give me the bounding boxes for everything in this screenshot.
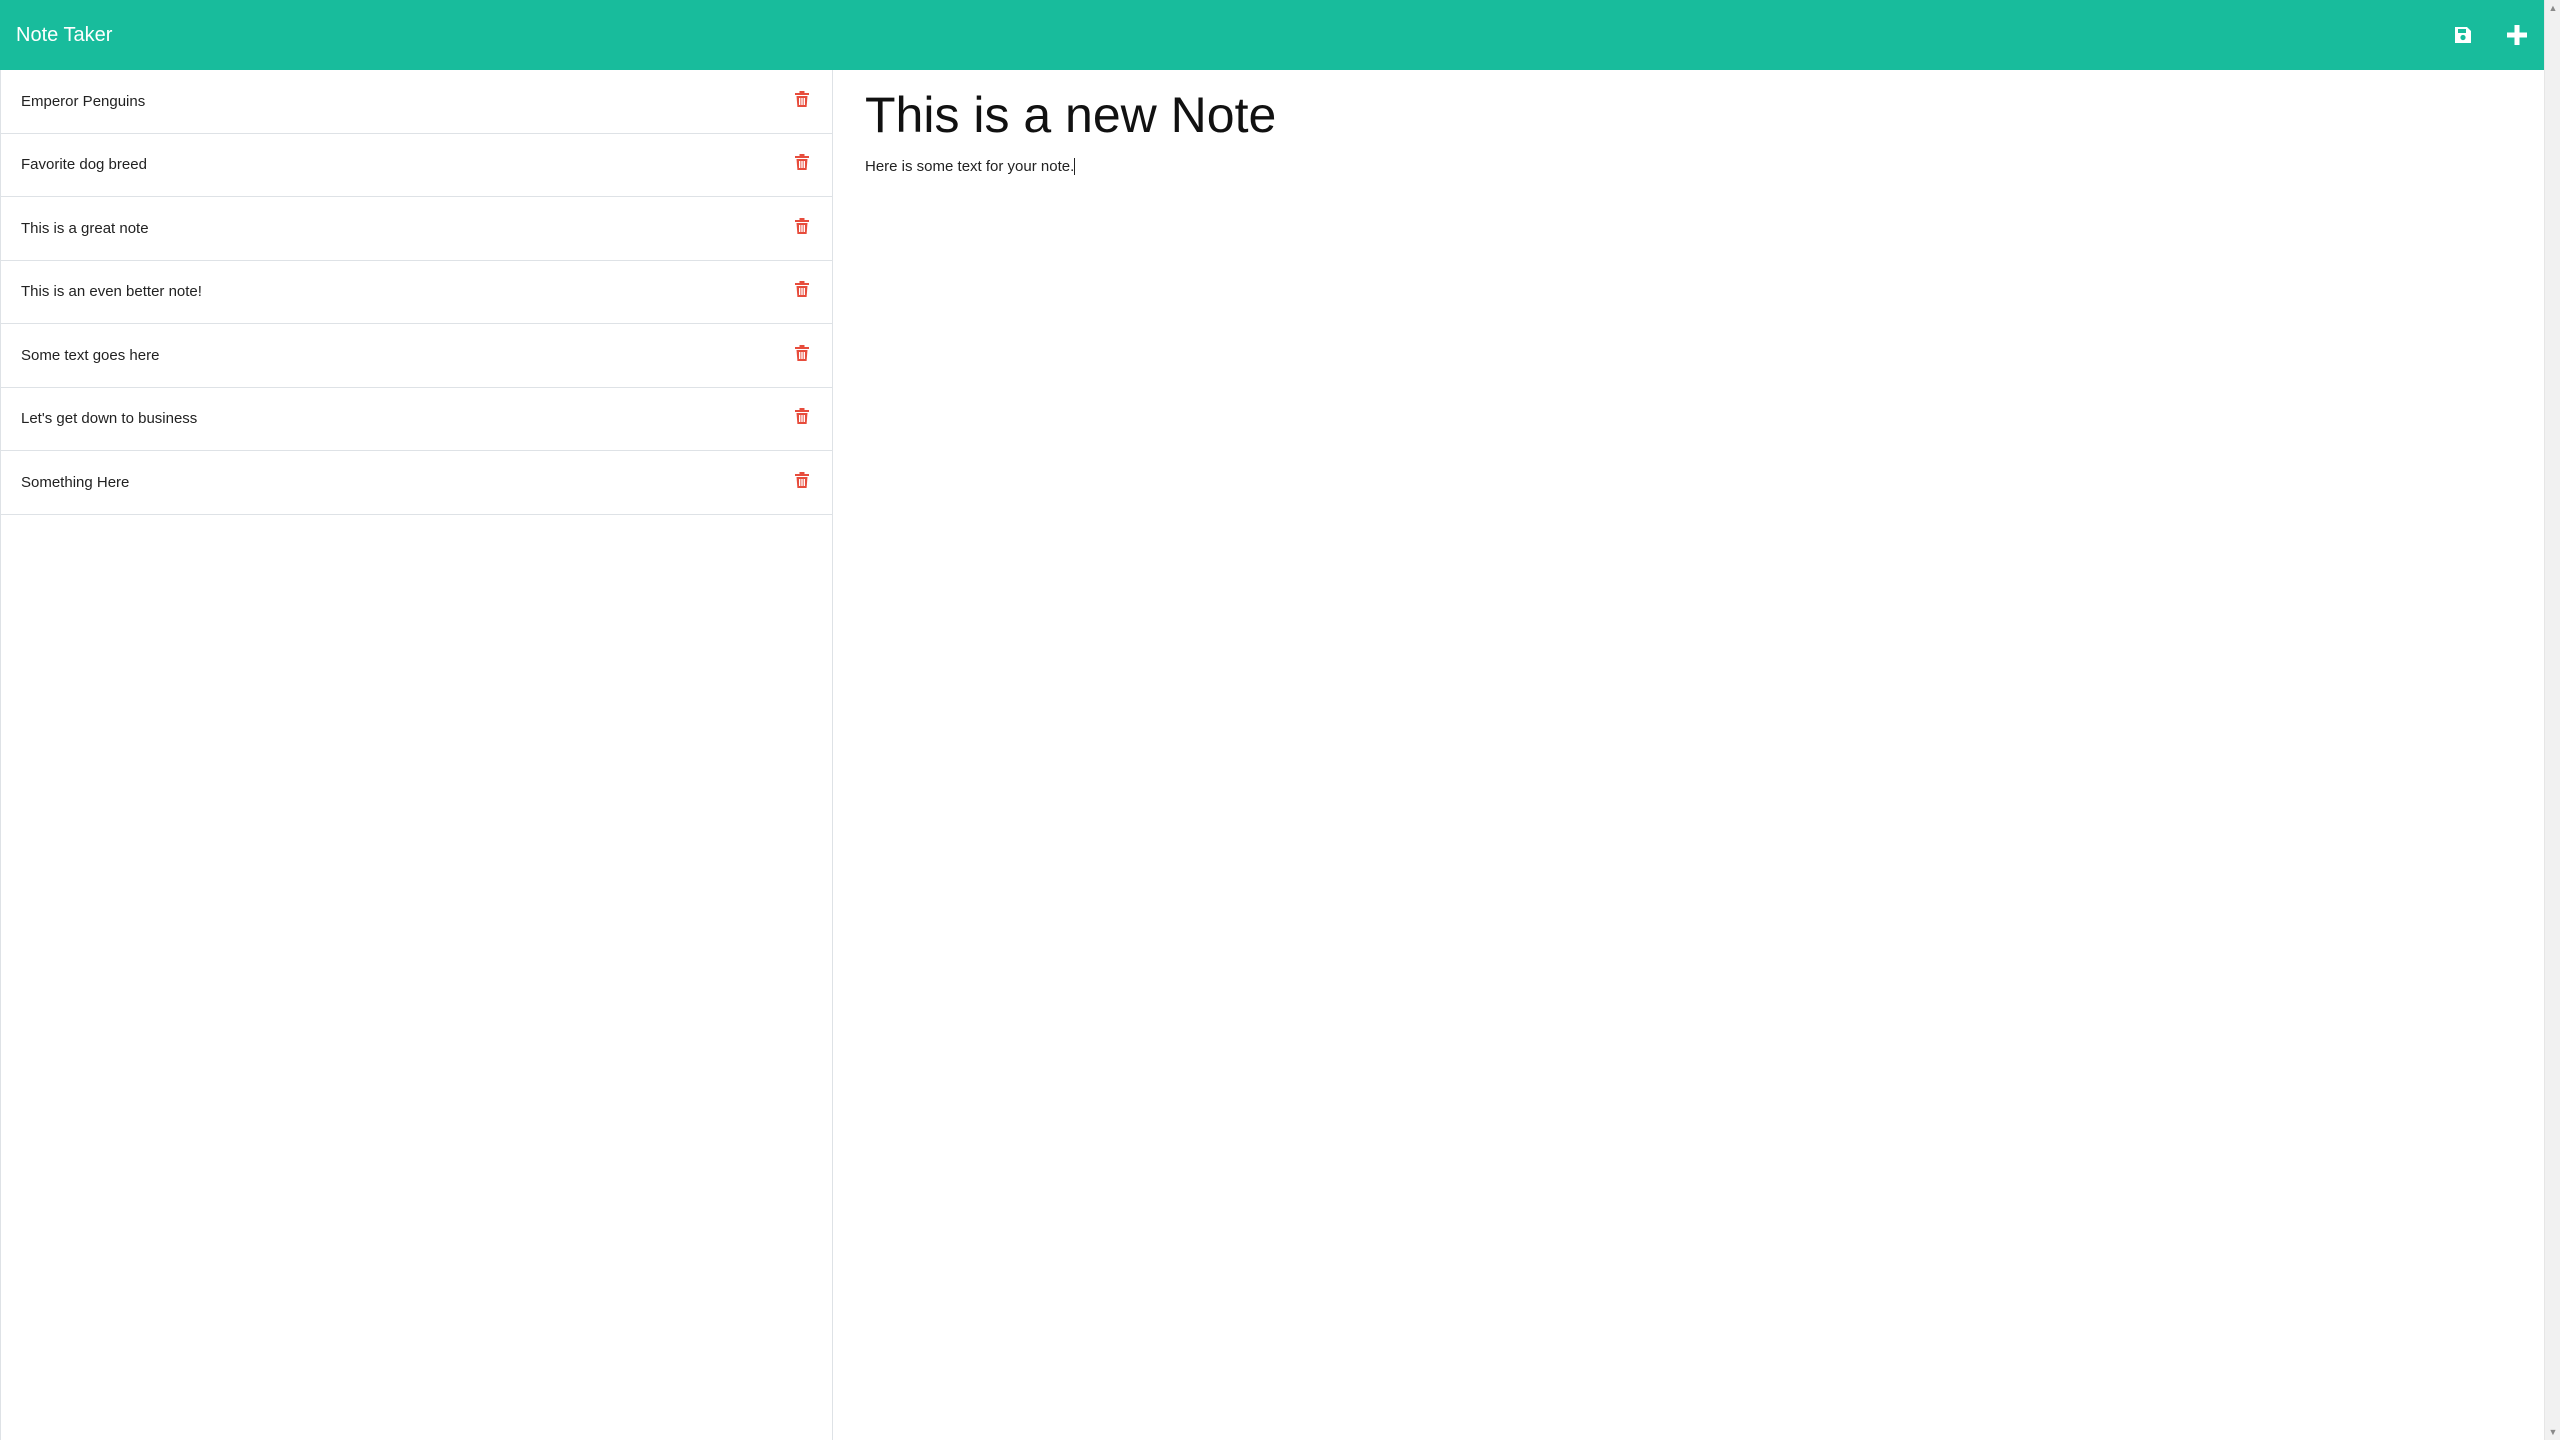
save-icon	[2453, 25, 2473, 45]
note-title: Something Here	[21, 473, 130, 491]
note-list: Emperor Penguins Favorite dog breed This…	[1, 70, 832, 515]
list-item[interactable]: Emperor Penguins	[1, 70, 832, 134]
note-title: Let's get down to business	[21, 410, 198, 428]
list-item[interactable]: This is an even better note!	[1, 261, 832, 324]
trash-icon	[795, 471, 809, 493]
app-brand[interactable]: Note Taker	[16, 24, 112, 47]
plus-icon	[2506, 24, 2528, 46]
trash-icon	[795, 90, 809, 112]
note-title: Some text goes here	[21, 346, 160, 364]
list-item[interactable]: Some text goes here	[1, 324, 832, 388]
page-scrollbar[interactable]: ▲ ▼	[2544, 0, 2560, 1440]
delete-note-button[interactable]	[790, 343, 814, 367]
save-note-button[interactable]	[2436, 0, 2490, 70]
navbar-actions	[2436, 0, 2544, 70]
delete-note-button[interactable]	[790, 153, 814, 177]
note-title: This is an even better note!	[21, 283, 202, 301]
note-textarea[interactable]: Here is some text for your note.	[865, 158, 2512, 175]
note-editor: Here is some text for your note.	[833, 70, 2544, 1440]
notes-sidebar: Emperor Penguins Favorite dog breed This…	[0, 70, 833, 1440]
delete-note-button[interactable]	[790, 216, 814, 240]
delete-note-button[interactable]	[790, 407, 814, 431]
delete-note-button[interactable]	[790, 470, 814, 494]
note-title: This is a great note	[21, 219, 149, 237]
trash-icon	[795, 281, 809, 302]
new-note-button[interactable]	[2490, 0, 2544, 70]
scroll-down-arrow-icon[interactable]: ▼	[2545, 1424, 2560, 1440]
note-title-input[interactable]	[865, 84, 1765, 146]
delete-note-button[interactable]	[790, 280, 814, 304]
note-body-text: Here is some text for your note.	[865, 158, 1075, 175]
trash-icon	[795, 344, 809, 366]
trash-icon	[795, 408, 809, 429]
navbar: Note Taker	[0, 0, 2544, 70]
trash-icon	[795, 154, 809, 175]
list-item[interactable]: Something Here	[1, 451, 832, 515]
trash-icon	[795, 217, 809, 239]
note-title: Favorite dog breed	[21, 156, 147, 174]
scroll-up-arrow-icon[interactable]: ▲	[2545, 0, 2560, 16]
delete-note-button[interactable]	[790, 89, 814, 113]
list-item[interactable]: Let's get down to business	[1, 388, 832, 451]
text-caret	[1074, 158, 1076, 175]
list-item[interactable]: This is a great note	[1, 197, 832, 261]
note-title: Emperor Penguins	[21, 92, 146, 110]
list-item[interactable]: Favorite dog breed	[1, 134, 832, 197]
